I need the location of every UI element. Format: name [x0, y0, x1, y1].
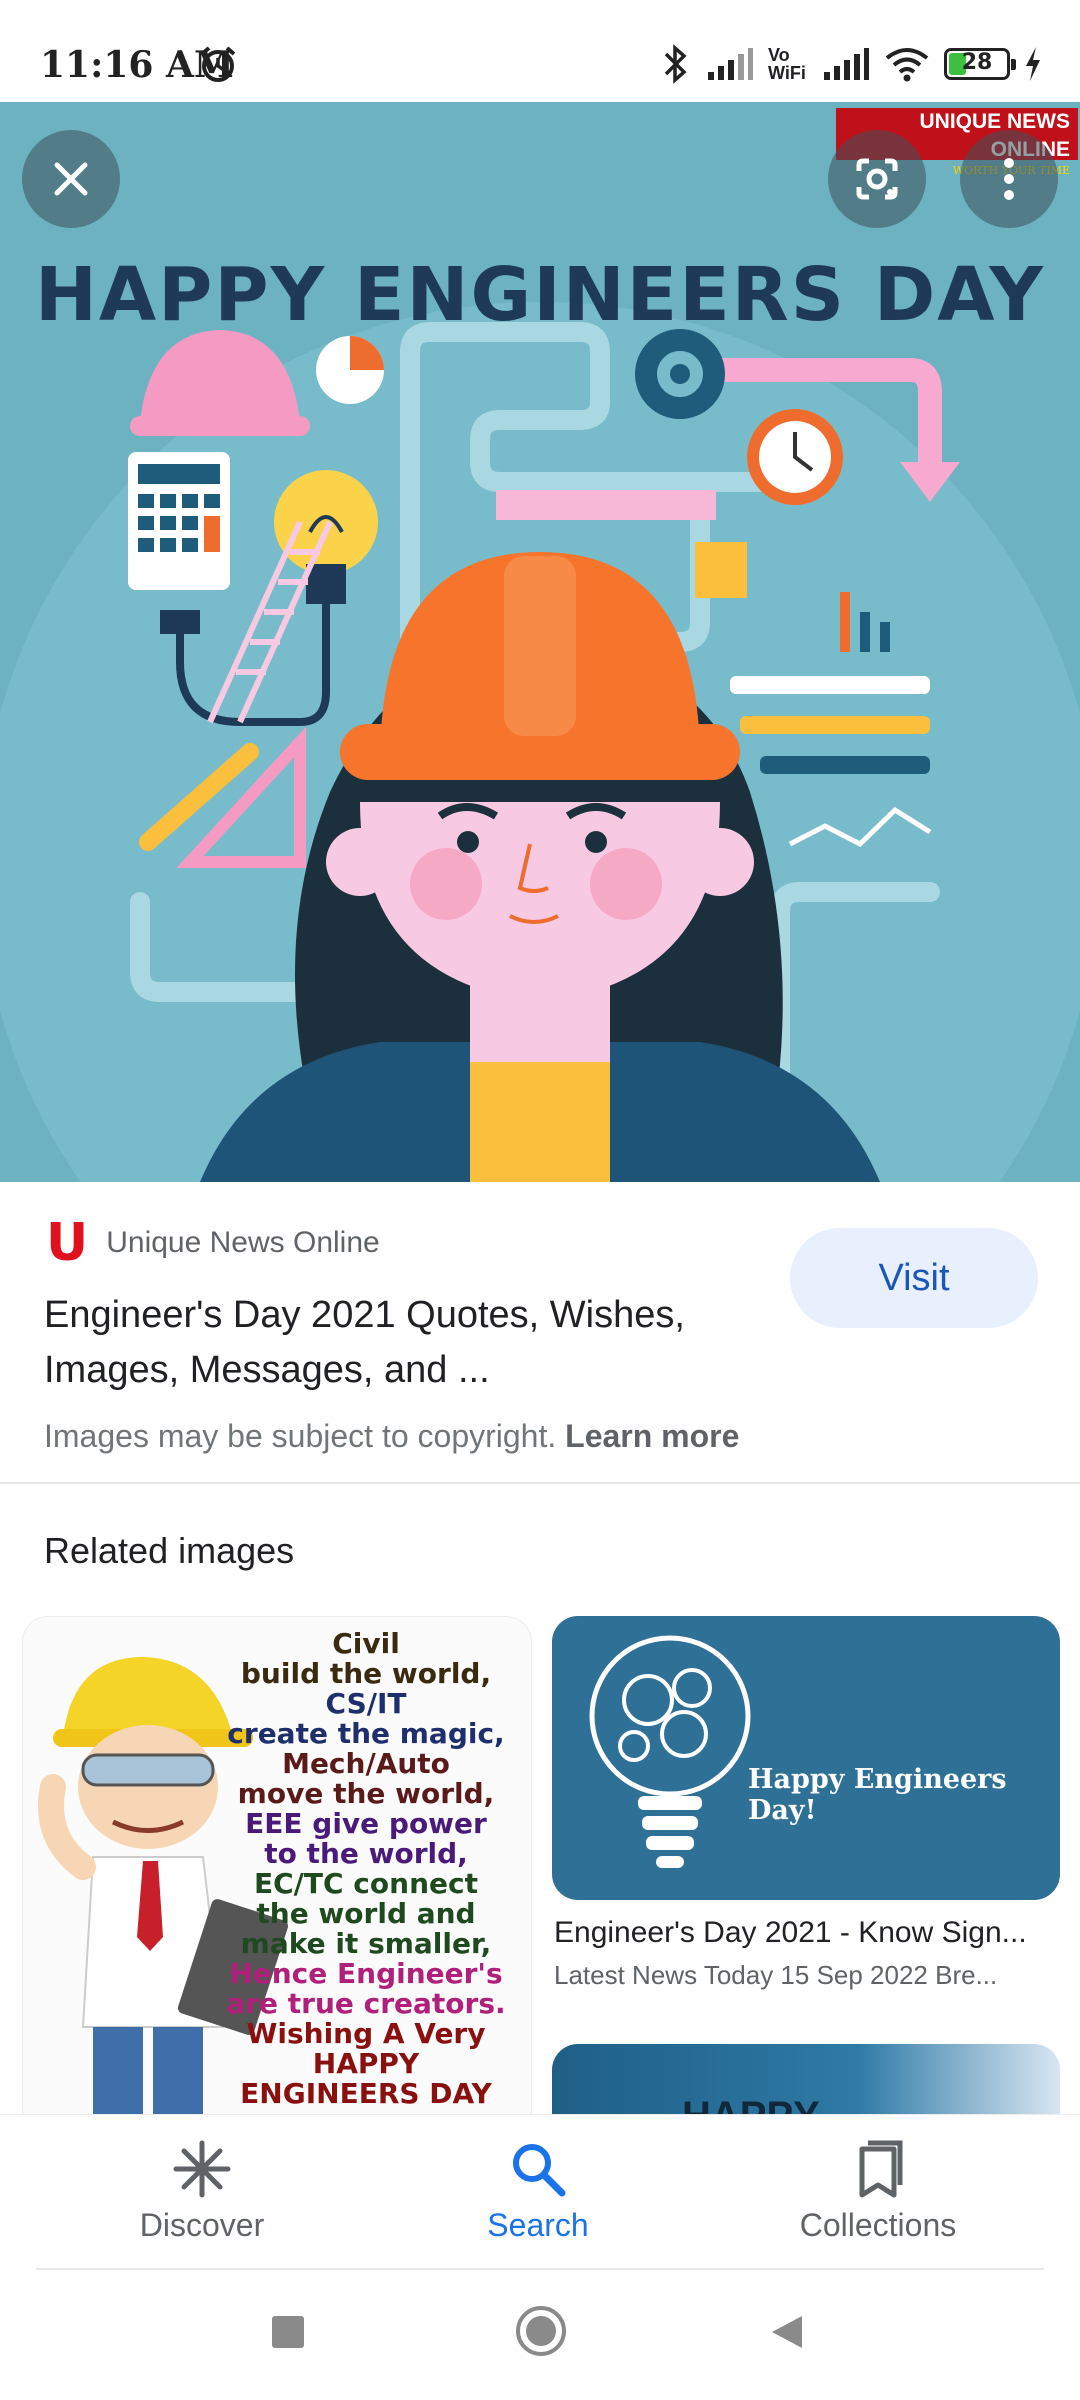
collections-bookmark-icon	[859, 2140, 903, 2198]
nav-collections-label: Collections	[799, 2207, 957, 2243]
bottom-navigation: Discover Search Collections	[0, 2114, 1080, 2270]
nav-search-label: Search	[487, 2207, 589, 2243]
vowifi-label: Vo WiFi	[768, 45, 806, 83]
nav-collections[interactable]: Collections	[758, 2139, 998, 2244]
bluetooth-icon	[664, 44, 687, 84]
poster-text: Civil build the world, CS/IT create the mag…	[221, 1629, 511, 2109]
poster-line: create the magic,	[227, 1717, 505, 1750]
poster-line: move the world,	[237, 1777, 495, 1810]
google-lens-icon	[856, 158, 898, 200]
nav-search[interactable]: Search	[418, 2139, 658, 2244]
lightbulb-gears-image	[589, 1635, 751, 1868]
recents-square-icon[interactable]	[268, 2312, 308, 2352]
page-title[interactable]: Engineer's Day 2021 Quotes, Wishes, Imag…	[44, 1288, 764, 1398]
source-name: Unique News Online	[106, 1226, 380, 1259]
close-icon	[54, 162, 88, 196]
poster-line: Civil	[332, 1627, 400, 1660]
back-triangle-icon[interactable]	[768, 2312, 808, 2352]
poster-line: build the world,	[240, 1657, 492, 1690]
related-image-card-2[interactable]: Happy Engineers Day!	[552, 1616, 1060, 1900]
visit-button[interactable]: Visit	[790, 1228, 1038, 1328]
image-info: U Unique News Online Engineer's Day 2021…	[0, 1182, 1080, 1484]
discover-asterisk-icon	[173, 2140, 231, 2198]
status-icons: Vo WiFi 28	[658, 42, 1042, 86]
more-options-button[interactable]	[960, 130, 1058, 228]
home-circle-icon[interactable]	[514, 2304, 568, 2358]
more-vert-icon	[1004, 158, 1014, 200]
alarm-icon	[200, 46, 236, 82]
poster-line: CS/IT	[325, 1687, 407, 1720]
copyright-notice: Images may be subject to copyright. Lear…	[44, 1418, 739, 1455]
wifi-icon	[885, 48, 929, 82]
signal-icon-2	[824, 48, 869, 80]
card-image-text: Happy Engineers Day!	[748, 1764, 1007, 1826]
nav-divider	[36, 2268, 1044, 2270]
poster-line: ENGINEERS DAY	[240, 2077, 492, 2110]
poster-line: to the world,	[264, 1837, 468, 1870]
learn-more-link[interactable]: Learn more	[565, 1418, 739, 1454]
poster-line: Wishing A Very	[246, 2017, 486, 2050]
signal-icon	[708, 48, 753, 80]
related-card-title[interactable]: Engineer's Day 2021 - Know Sign...	[554, 1916, 1054, 1950]
search-icon	[513, 2144, 566, 2197]
poster-line: make it smaller,	[240, 1927, 492, 1960]
poster-line: Hence Engineer's	[229, 1957, 503, 1990]
status-bar: 11:16 AM Vo WiFi 28	[0, 0, 1080, 102]
source-row[interactable]: U Unique News Online	[46, 1213, 380, 1273]
poster-line: are true creators.	[226, 1987, 506, 2020]
lens-button[interactable]	[828, 130, 926, 228]
poster-line: Mech/Auto	[282, 1747, 450, 1780]
related-card-subtitle: Latest News Today 15 Sep 2022 Bre...	[554, 1960, 998, 1990]
source-logo: U	[46, 1213, 89, 1273]
battery-icon: 28	[944, 48, 1016, 80]
copyright-text: Images may be subject to copyright.	[44, 1418, 557, 1454]
poster-line: HAPPY	[312, 2047, 420, 2080]
poster-line: EC/TC connect	[254, 1867, 478, 1900]
close-button[interactable]	[22, 130, 120, 228]
hero-image[interactable]: HAPPY ENGINEERS DAY UNIQUE NEWS ONLINE W…	[0, 102, 1080, 1182]
related-image-card[interactable]: Civil build the world, CS/IT create the mag…	[22, 1616, 532, 2196]
charging-icon	[1026, 47, 1040, 81]
poster-line: EEE give power	[245, 1807, 487, 1840]
nav-discover[interactable]: Discover	[82, 2139, 322, 2244]
nav-discover-label: Discover	[139, 2207, 265, 2243]
poster-line: the world and	[256, 1897, 476, 1930]
hero-title: HAPPY ENGINEERS DAY	[34, 252, 1046, 338]
battery-level: 28	[961, 50, 993, 75]
related-images-heading: Related images	[44, 1530, 295, 1571]
system-navigation-bar	[0, 2272, 1080, 2400]
